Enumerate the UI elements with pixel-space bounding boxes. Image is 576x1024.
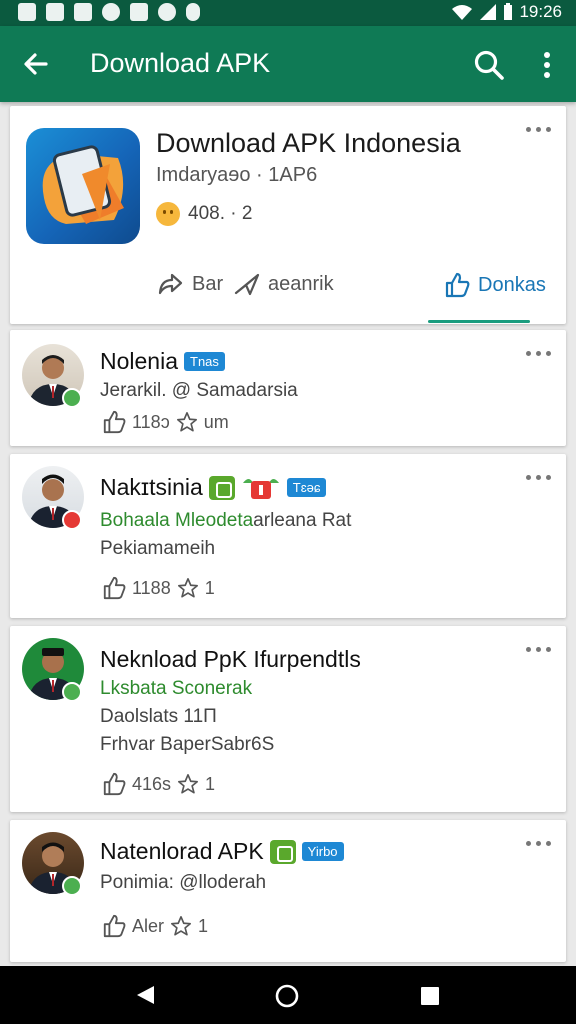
like-icon[interactable] bbox=[102, 576, 126, 600]
more-vert-icon[interactable] bbox=[536, 50, 558, 80]
post-card[interactable]: Nakɪtsinia Tɛəɕ Bohaala Mleodetaarleana … bbox=[10, 454, 566, 618]
emoji-icon bbox=[156, 202, 180, 226]
star-icon[interactable] bbox=[177, 773, 199, 795]
more-options-icon[interactable] bbox=[526, 124, 552, 134]
search-icon[interactable] bbox=[472, 48, 506, 82]
system-nav-bar bbox=[0, 966, 576, 1024]
post-tag: Tnas bbox=[184, 352, 225, 371]
post-text: Ponimia: @lloderah bbox=[100, 872, 267, 893]
send-icon bbox=[234, 273, 260, 296]
post-author: Neknload PpK Ifurpendtls bbox=[100, 646, 361, 672]
avatar[interactable] bbox=[22, 466, 84, 530]
app-badge-icon bbox=[208, 475, 235, 500]
post-tag: Tɛəɕ bbox=[286, 478, 327, 497]
post-text: Jerarkil. @ Samadarsia bbox=[100, 380, 298, 401]
nav-back-icon[interactable] bbox=[134, 984, 156, 1006]
app-notification-icon bbox=[74, 3, 92, 21]
star-icon[interactable] bbox=[170, 915, 192, 937]
post-stats: Aler 1 bbox=[102, 914, 208, 938]
post-text-2: Daolslats 11П bbox=[100, 706, 217, 727]
status-bar: 19:26 bbox=[0, 0, 576, 26]
app-icon bbox=[26, 128, 140, 244]
post-text: Bohaala Mleodetaarleana Rat bbox=[100, 510, 352, 531]
send-action[interactable]: aeanrik bbox=[234, 272, 334, 296]
verified-badge-icon bbox=[62, 388, 82, 408]
star-icon[interactable] bbox=[176, 411, 198, 433]
like-action[interactable]: Donkas bbox=[444, 272, 546, 298]
more-options-icon[interactable] bbox=[526, 838, 552, 848]
more-options-icon[interactable] bbox=[526, 348, 552, 358]
rating-text: 408. · 2 bbox=[188, 203, 253, 224]
share-icon bbox=[158, 273, 183, 295]
post-author: Nolenia Tnas bbox=[100, 348, 225, 375]
app-bar: Download APK bbox=[0, 26, 576, 102]
post-card[interactable]: Nolenia Tnas Jerarkil. @ Samadarsia 118ɔ… bbox=[10, 330, 566, 446]
post-text: Lksbata Sconerak bbox=[100, 678, 253, 699]
post-text-3: Frhvar BaperSabr6S bbox=[100, 734, 275, 755]
location-notification-icon bbox=[186, 3, 200, 21]
like-icon[interactable] bbox=[102, 914, 126, 938]
avatar[interactable] bbox=[22, 344, 84, 408]
edit-badge-icon bbox=[62, 682, 82, 702]
tab-indicator bbox=[428, 320, 530, 323]
app-name: Download APK Indonesia bbox=[156, 128, 461, 158]
post-tag: Yirbo bbox=[301, 842, 344, 861]
clock: 19:26 bbox=[519, 2, 562, 21]
nav-home-icon[interactable] bbox=[275, 984, 299, 1008]
photo-notification-icon bbox=[46, 3, 64, 21]
nav-recents-icon[interactable] bbox=[420, 986, 440, 1006]
share-action[interactable]: Bar bbox=[158, 272, 223, 296]
post-author: Natenlorad APK Yirbo bbox=[100, 838, 344, 865]
app-rating: 408. · 2 bbox=[156, 202, 252, 226]
circle-notification-icon bbox=[102, 3, 120, 21]
gift-badge-icon bbox=[241, 475, 281, 501]
alert-badge-icon bbox=[62, 510, 82, 530]
more-options-icon[interactable] bbox=[526, 472, 552, 482]
post-stats: 416s 1 bbox=[102, 772, 215, 796]
like-icon[interactable] bbox=[102, 772, 126, 796]
app-badge-icon bbox=[269, 839, 296, 864]
verified-badge-icon bbox=[62, 876, 82, 896]
back-arrow-icon[interactable] bbox=[20, 48, 52, 80]
avatar[interactable] bbox=[22, 832, 84, 896]
signal-icon bbox=[480, 4, 497, 20]
post-stats: 118ɔ um bbox=[102, 410, 229, 434]
post-author: Nakɪtsinia Tɛəɕ bbox=[100, 474, 327, 501]
battery-icon bbox=[504, 3, 513, 20]
like-icon[interactable] bbox=[102, 410, 126, 434]
play-notification-icon bbox=[130, 3, 148, 21]
notification-icons bbox=[18, 3, 200, 21]
app-subtitle: Imdaryaɘo · 1AP6 bbox=[156, 164, 318, 186]
post-card[interactable]: Natenlorad APK Yirbo Ponimia: @lloderah … bbox=[10, 820, 566, 962]
app-header-card: Download APK Indonesia Imdaryaɘo · 1AP6 … bbox=[10, 106, 566, 324]
record-notification-icon bbox=[158, 3, 176, 21]
wifi-icon bbox=[452, 5, 473, 20]
post-card[interactable]: Neknload PpK Ifurpendtls Lksbata Sconera… bbox=[10, 626, 566, 812]
post-stats: 1188 1 bbox=[102, 576, 215, 600]
post-text-2: Pekiamameih bbox=[100, 538, 216, 559]
avatar[interactable] bbox=[22, 638, 84, 702]
star-icon[interactable] bbox=[177, 577, 199, 599]
like-icon bbox=[445, 272, 470, 298]
page-title: Download APK bbox=[90, 48, 271, 78]
more-options-icon[interactable] bbox=[526, 644, 552, 654]
image-notification-icon bbox=[18, 3, 36, 21]
